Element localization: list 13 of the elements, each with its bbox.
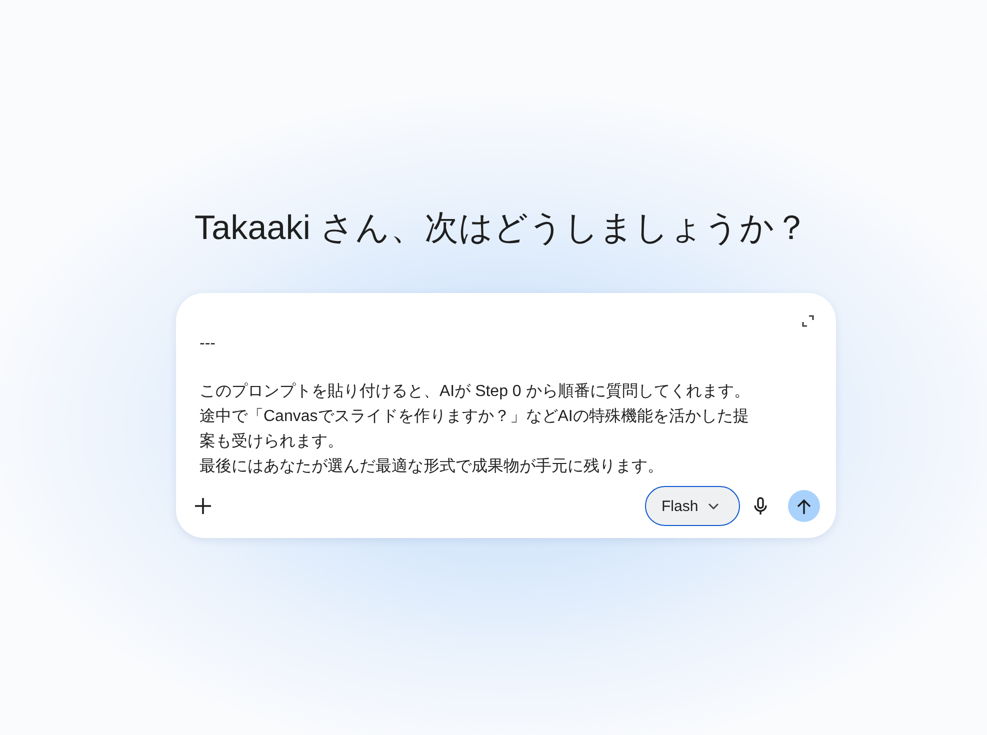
send-button[interactable] bbox=[788, 490, 820, 522]
greeting-title: Takaaki さん、次はどうしましょうか？ bbox=[194, 208, 808, 249]
plus-icon bbox=[194, 497, 212, 515]
microphone-icon bbox=[754, 497, 767, 515]
prompt-text: 最後にはあなたが選んだ最適な形式で成果物が手元に残ります。 bbox=[200, 456, 664, 477]
prompt-text: 途中で「Canvasでスライドを作りますか？」などAIの特殊機能を活かした提案も受けられます。 bbox=[200, 406, 750, 452]
prompt-text: このプロンプトを貼り付けると、AIが Step 0 から順番に質問してくれます。 bbox=[200, 382, 751, 402]
prompt-input[interactable]: --- このプロンプトを貼り付けると、AIが Step 0 から順番に質問してくれます。 途中で「Canvasでスライドを作りますか？」などAIの特殊機能を活かした提案も受けられます。 最後にはあなたが選んだ最適な形式で成果物が手元に残ります。 bbox=[200, 331, 758, 481]
chevron-down-icon bbox=[708, 502, 720, 510]
expand-icon[interactable] bbox=[802, 315, 814, 327]
model-dropdown[interactable]: Flash bbox=[644, 486, 740, 526]
arrow-up-icon bbox=[796, 498, 810, 514]
prompt-text: --- bbox=[200, 334, 216, 354]
